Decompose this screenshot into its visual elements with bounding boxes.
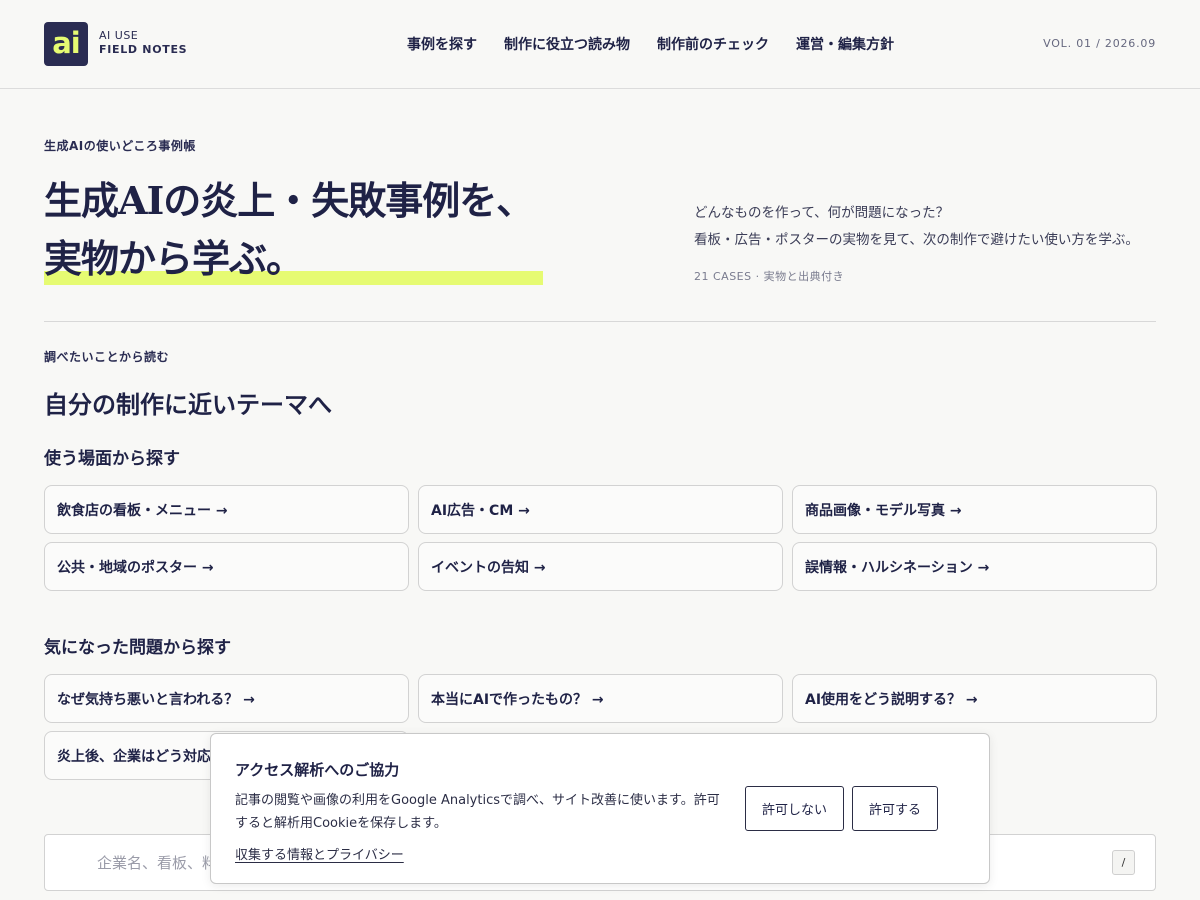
- problem-group-title: 気になった問題から探す: [44, 638, 231, 658]
- divider: [44, 321, 1156, 322]
- site-header: ai AI USE FIELD NOTES 事例を探す 制作に役立つ読み物 制作…: [0, 0, 1200, 89]
- privacy-link[interactable]: 収集する情報とプライバシー: [235, 844, 404, 863]
- nav-policy[interactable]: 運営・編集方針: [796, 34, 894, 54]
- scene-grid: 飲食店の看板・メニュー → AI広告・CM → 商品画像・モデル写真 → 公共・…: [44, 485, 1157, 591]
- problem-card-disclosure[interactable]: AI使用をどう説明する？ →: [792, 674, 1157, 723]
- cookie-consent-dialog: アクセス解析へのご協力 記事の閲覧や画像の利用をGoogle Analytics…: [210, 733, 990, 884]
- brand-line1: AI USE: [99, 29, 139, 42]
- hero-eyebrow: 生成AIの使いどころ事例帳: [44, 139, 196, 153]
- main-nav: 事例を探す 制作に役立つ読み物 制作前のチェック 運営・編集方針: [407, 34, 894, 54]
- theme-card-public-posters[interactable]: 公共・地域のポスター →: [44, 542, 409, 591]
- site-logo[interactable]: ai: [44, 22, 88, 66]
- scene-group-title: 使う場面から探す: [44, 449, 180, 469]
- hero-desc-line1: どんなものを作って、何が問題になった？: [694, 205, 950, 221]
- hero-description: どんなものを作って、何が問題になった？ 看板・広告・ポスターの実物を見て、次の制…: [694, 200, 1139, 254]
- themes-eyebrow: 調べたいことから読む: [44, 350, 170, 364]
- allow-button[interactable]: 許可する: [852, 786, 938, 831]
- volume-label: VOL. 01 / 2026.09: [1043, 37, 1156, 50]
- page-title: 生成AIの炎上・失敗事例を、 実物から学ぶ。: [44, 172, 534, 288]
- hero-desc-line2: 看板・広告・ポスターの実物を見て、次の制作で避けたい使い方を学ぶ。: [694, 232, 1139, 248]
- page-title-line2: 実物から学ぶ。: [44, 236, 304, 281]
- case-count: 21 CASES · 実物と出典付き: [694, 270, 845, 283]
- consent-title: アクセス解析へのご協力: [235, 761, 400, 779]
- deny-button[interactable]: 許可しない: [745, 786, 844, 831]
- brand-name[interactable]: AI USE FIELD NOTES: [99, 29, 187, 57]
- page-title-line1: 生成AIの炎上・失敗事例を、: [44, 178, 534, 223]
- theme-card-product-images[interactable]: 商品画像・モデル写真 →: [792, 485, 1157, 534]
- theme-card-event-notice[interactable]: イベントの告知 →: [418, 542, 783, 591]
- themes-title: 自分の制作に近いテーマへ: [44, 390, 332, 419]
- theme-card-ai-ads[interactable]: AI広告・CM →: [418, 485, 783, 534]
- theme-card-restaurant-signage[interactable]: 飲食店の看板・メニュー →: [44, 485, 409, 534]
- nav-checklist[interactable]: 制作前のチェック: [657, 34, 769, 54]
- consent-text: 記事の閲覧や画像の利用をGoogle Analyticsで調べ、サイト改善に使い…: [235, 793, 720, 831]
- problem-card-uncanny[interactable]: なぜ気持ち悪いと言われる？ →: [44, 674, 409, 723]
- search-shortcut-key: /: [1112, 850, 1135, 875]
- logo-mark: ai: [52, 25, 80, 60]
- problem-card-really-ai[interactable]: 本当にAIで作ったもの？ →: [418, 674, 783, 723]
- nav-reading[interactable]: 制作に役立つ読み物: [504, 34, 630, 54]
- nav-find-cases[interactable]: 事例を探す: [407, 34, 477, 54]
- brand-line2: FIELD NOTES: [99, 43, 188, 56]
- theme-card-misinformation[interactable]: 誤情報・ハルシネーション →: [792, 542, 1157, 591]
